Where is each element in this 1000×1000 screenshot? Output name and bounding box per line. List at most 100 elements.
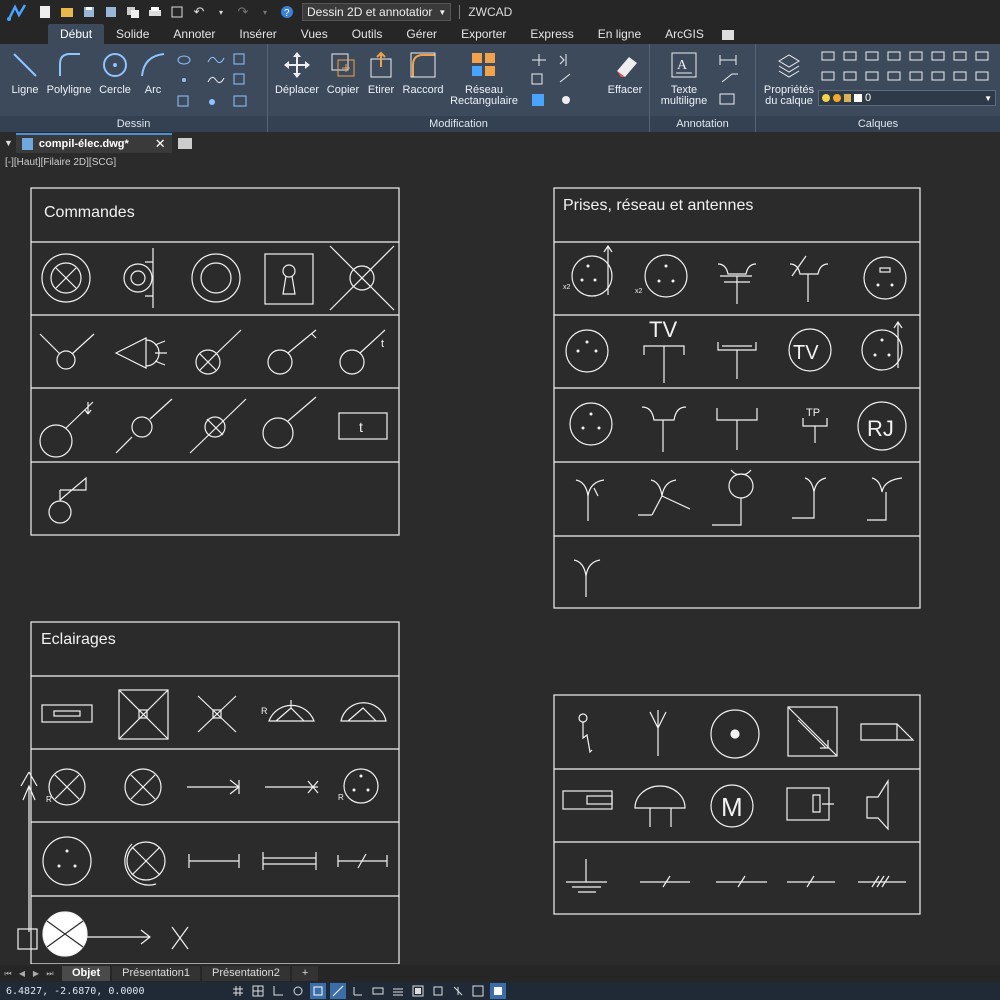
thermostat-box [338, 412, 388, 440]
antenna-b-symbol [638, 479, 691, 516]
explode-icon [562, 96, 570, 104]
variator-symbol [48, 476, 87, 524]
tab-presentation1[interactable]: Présentation1 [112, 966, 201, 981]
tab-presentation2[interactable]: Présentation2 [202, 966, 290, 981]
undo-icon[interactable]: ↶ [190, 3, 208, 21]
polyline-button[interactable]: Polyligne [46, 48, 92, 96]
tab-solide[interactable]: Solide [104, 24, 161, 44]
lineweight-icon[interactable] [390, 983, 406, 999]
socket-up-symbol [861, 320, 903, 371]
redo-icon[interactable]: ↷ [234, 3, 252, 21]
group-dessin: Ligne Polyligne Cercle Arc Dessin [0, 44, 268, 132]
zoom-extents-icon[interactable] [168, 3, 186, 21]
rectangular-array-button[interactable]: Réseau Rectangulaire [448, 48, 520, 107]
fillet-button[interactable]: Raccord [400, 48, 446, 96]
modify-small-tools[interactable] [530, 52, 594, 112]
tab-annoter[interactable]: Annoter [161, 24, 227, 44]
first-tab-icon[interactable]: ⏮ [2, 968, 14, 980]
add-layout-button[interactable]: + [291, 966, 319, 981]
save-as-icon[interactable] [102, 3, 120, 21]
osnap-icon[interactable] [310, 983, 326, 999]
antenna-symbol [649, 710, 667, 756]
tab-gerer[interactable]: Gérer [394, 24, 449, 44]
dynamic-input-icon[interactable] [370, 983, 386, 999]
new-file-icon[interactable] [36, 3, 54, 21]
help-icon[interactable]: ? [278, 3, 296, 21]
document-tab[interactable]: compil-élec.dwg* ✕ [15, 133, 172, 153]
annotation-small-tools[interactable] [718, 52, 752, 112]
ortho-icon[interactable] [270, 983, 286, 999]
tab-outils[interactable]: Outils [340, 24, 395, 44]
line-label: Ligne [11, 84, 39, 96]
mirror-icon [559, 54, 567, 66]
viewport-controls-label[interactable]: [-][Haut][Filaire 2D][SCG] [5, 157, 116, 168]
otrack-icon[interactable] [330, 983, 346, 999]
layer-select[interactable]: 0 ▼ [818, 90, 996, 106]
cable-double-symbol [262, 852, 317, 870]
new-tab-icon[interactable] [177, 137, 192, 149]
switch-updown-symbol [39, 401, 94, 458]
tab-menu-icon[interactable]: ▼ [4, 138, 13, 148]
isolate-icon[interactable] [470, 983, 486, 999]
move-button[interactable]: Déplacer [274, 48, 320, 96]
array-label-2: Rectangulaire [450, 95, 518, 107]
ribbon-tab-bar: Début Solide Annoter Insérer Vues Outils… [0, 24, 1000, 44]
zwcad-window: ↶ ▾ ↷ ▾ ? Dessin 2D et annotatior ▼ ZWCA… [0, 0, 1000, 1000]
drawing-svg[interactable]: Commandes Prises, réseau et antennes Ecl… [0, 154, 1000, 964]
grid-icon[interactable] [250, 983, 266, 999]
ribbon-minimize-icon[interactable] [721, 30, 734, 40]
print-icon[interactable] [146, 3, 164, 21]
selection-cycling-icon[interactable] [430, 983, 446, 999]
group-annotation: A Texte multiligne Annotation [650, 44, 756, 132]
label-r-lamp: R [46, 795, 52, 804]
socket-3-symbol [565, 329, 609, 373]
ground-symbol [566, 859, 607, 893]
annotation-scale-icon[interactable] [450, 983, 466, 999]
app-logo[interactable] [0, 0, 34, 24]
socket-3-round-symbol [42, 836, 92, 886]
tab-vues[interactable]: Vues [289, 24, 340, 44]
dimmer-symbol [195, 329, 242, 375]
layer-properties-button[interactable]: Propriétés du calque [760, 48, 818, 107]
layer-tools[interactable] [820, 50, 996, 88]
next-tab-icon[interactable]: ▶ [30, 968, 42, 980]
last-tab-icon[interactable]: ⏭ [44, 968, 56, 980]
dyn-ucs-icon[interactable] [350, 983, 366, 999]
tab-objet[interactable]: Objet [62, 966, 111, 981]
drawing-canvas[interactable]: Commandes Prises, réseau et antennes Ecl… [0, 154, 1000, 964]
erase-button[interactable]: Effacer [602, 48, 648, 96]
app-title: ZWCAD [468, 5, 513, 19]
polar-icon[interactable] [290, 983, 306, 999]
fluorescent-symbol [41, 704, 93, 723]
publish-icon[interactable] [124, 3, 142, 21]
tab-debut[interactable]: Début [48, 24, 105, 44]
line-button[interactable]: Ligne [2, 48, 48, 96]
open-folder-icon[interactable] [58, 3, 76, 21]
save-icon[interactable] [80, 3, 98, 21]
prev-tab-icon[interactable]: ◀ [16, 968, 28, 980]
thermostat-symbol [578, 713, 593, 754]
antenna-2-symbol [789, 255, 829, 302]
arc-button[interactable]: Arc [130, 48, 176, 96]
tab-arcgis[interactable]: ArcGIS [653, 24, 716, 44]
ribbon-panel: Ligne Polyligne Cercle Arc Dessin Déplac… [0, 44, 1000, 132]
chevron-down-icon[interactable]: ▾ [256, 3, 274, 21]
stretch-button[interactable]: Etirer [358, 48, 404, 96]
socket-4-symbol [569, 402, 613, 446]
layout-tab-bar: ⏮ ◀ ▶ ⏭ Objet Présentation1 Présentation… [0, 965, 1000, 982]
close-icon[interactable]: ✕ [155, 136, 166, 152]
tab-en-ligne[interactable]: En ligne [586, 24, 653, 44]
tab-inserer[interactable]: Insérer [227, 24, 288, 44]
snap-icon[interactable] [230, 983, 246, 999]
chevron-down-icon[interactable]: ▾ [212, 3, 230, 21]
workspace-icon[interactable] [490, 983, 506, 999]
mtext-button[interactable]: A Texte multiligne [656, 48, 712, 107]
label-t-small: t [381, 338, 384, 350]
model-space-icon[interactable] [410, 983, 426, 999]
hatch-icon [177, 95, 189, 107]
tab-exporter[interactable]: Exporter [449, 24, 518, 44]
socket-earth-symbol [863, 256, 907, 300]
group-annotation-label: Annotation [650, 116, 755, 132]
workspace-select[interactable]: Dessin 2D et annotatior ▼ [302, 3, 452, 21]
tab-express[interactable]: Express [518, 24, 585, 44]
